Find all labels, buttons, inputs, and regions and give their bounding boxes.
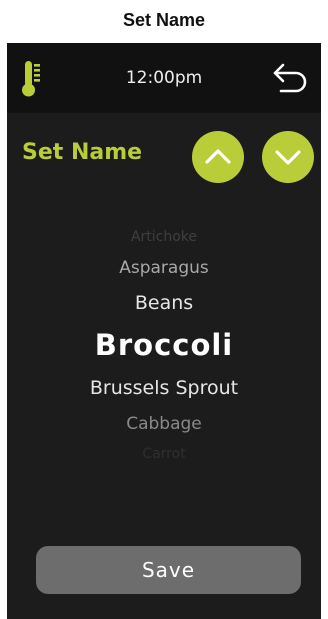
list-item[interactable]: Cabbage bbox=[7, 407, 321, 441]
list-item[interactable]: Beans bbox=[7, 285, 321, 321]
list-item[interactable]: Carrot bbox=[7, 441, 321, 467]
device-screen: 12:00pm Set Name Artichoke Asparagus Bea… bbox=[7, 43, 321, 619]
page-title: Set Name bbox=[122, 10, 206, 30]
chevron-up-icon bbox=[205, 149, 231, 164]
chevron-down-icon bbox=[275, 150, 301, 165]
back-arrow-icon[interactable] bbox=[271, 59, 309, 97]
list-item[interactable]: Artichoke bbox=[7, 223, 321, 251]
save-button[interactable]: Save bbox=[36, 546, 301, 594]
list-item[interactable]: Asparagus bbox=[7, 251, 321, 285]
status-bar: 12:00pm bbox=[7, 43, 321, 113]
list-item[interactable]: Brussels Sprout bbox=[7, 369, 321, 407]
name-picker-list[interactable]: Artichoke Asparagus Beans Broccoli Bruss… bbox=[7, 223, 321, 467]
scroll-up-button[interactable] bbox=[192, 131, 244, 183]
scroll-down-button[interactable] bbox=[262, 131, 314, 183]
list-item-selected[interactable]: Broccoli bbox=[7, 321, 321, 369]
screen-title: Set Name bbox=[22, 140, 143, 165]
